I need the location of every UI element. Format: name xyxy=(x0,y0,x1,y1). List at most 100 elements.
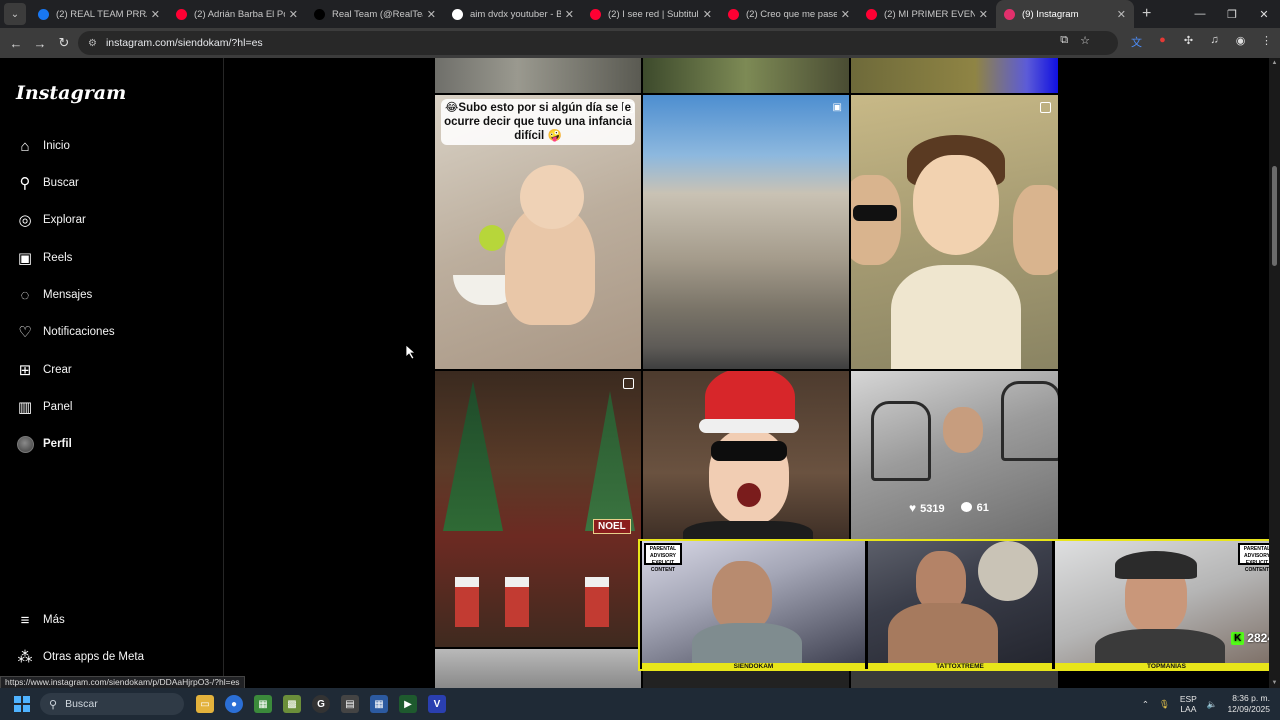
file-explorer-icon[interactable]: ▭ xyxy=(196,695,214,713)
sidebar-item-avatar[interactable]: Perfil xyxy=(16,432,72,456)
extension-red-icon[interactable]: ● xyxy=(1155,34,1170,50)
close-tab-icon[interactable]: ✕ xyxy=(703,8,712,21)
post-thumbnail-baby[interactable]: 😂Subo esto por si algún día se le ocurre… xyxy=(435,95,641,369)
close-tab-icon[interactable]: ✕ xyxy=(565,8,574,21)
language-indicator[interactable]: ESP LAA xyxy=(1180,694,1197,714)
page-scrollbar[interactable]: ▲ ▼ xyxy=(1269,58,1280,688)
browser-tab[interactable]: (2) I see red | Subtitulada ✕ xyxy=(582,0,720,28)
post-thumbnail-christmas-family[interactable]: NOEL xyxy=(435,371,641,647)
browser-tab[interactable]: (2) REAL TEAM PRRAS! | F ✕ xyxy=(30,0,168,28)
install-app-icon[interactable]: ⧉ xyxy=(1060,34,1068,47)
scrollbar-thumb[interactable] xyxy=(1272,166,1277,266)
headphones-shape xyxy=(1115,551,1197,579)
extensions-puzzle-icon[interactable]: ✣ xyxy=(1181,34,1196,50)
minecraft-icon[interactable]: ▦ xyxy=(254,695,272,713)
sunglasses-shape xyxy=(711,441,787,461)
post-thumbnail[interactable] xyxy=(643,58,849,93)
minimize-button[interactable]: — xyxy=(1184,0,1216,28)
close-tab-icon[interactable]: ✕ xyxy=(427,8,436,21)
post-thumbnail-dust-storm[interactable]: ▣ xyxy=(643,95,849,369)
post-thumbnail-hovered[interactable]: ♥ 5319 61 xyxy=(851,371,1058,541)
new-tab-button[interactable]: + xyxy=(1142,5,1151,23)
browser-tab[interactable]: aim dvdx youtuber - Busc ✕ xyxy=(444,0,582,28)
chrome-icon[interactable]: ● xyxy=(225,695,243,713)
sidebar-item-reels[interactable]: ▣ Reels xyxy=(16,246,73,270)
browser-menu-icon[interactable]: ⋮ xyxy=(1259,34,1274,50)
carousel-icon xyxy=(623,102,634,113)
microphone-icon[interactable]: 🎙 xyxy=(1159,699,1170,710)
stocking-shape xyxy=(455,577,479,627)
system-clock[interactable]: 8:36 p. m. 12/09/2025 xyxy=(1227,693,1270,715)
sidebar-item-search[interactable]: ⚲ Buscar xyxy=(16,171,79,195)
notepad-icon[interactable]: ▤ xyxy=(341,695,359,713)
minecraft-launcher-icon[interactable]: ▩ xyxy=(283,695,301,713)
forward-button[interactable]: → xyxy=(28,36,52,51)
tray-overflow-icon[interactable]: ⌃ xyxy=(1142,699,1149,710)
post-thumbnail[interactable] xyxy=(435,649,641,688)
post-thumbnail[interactable] xyxy=(435,58,641,93)
tab-strip: ⌄ (2) REAL TEAM PRRAS! | F✕(2) Adrián Ba… xyxy=(0,0,1280,28)
browser-tab[interactable]: (2) Adrián Barba El Poder ✕ xyxy=(168,0,306,28)
browser-toolbar: ← → ↻ ⚙ instagram.com/siendokam/?hl=es ⧉… xyxy=(0,28,1280,58)
tab-title: aim dvdx youtuber - Busc xyxy=(470,8,561,20)
taskbar-search-box[interactable]: ⚲ Buscar xyxy=(40,693,184,715)
restore-button[interactable]: ❐ xyxy=(1216,0,1248,28)
sidebar-item-heart[interactable]: ♡ Notificaciones xyxy=(16,320,114,344)
tab-title: (2) MI PRIMER EVENTO | xyxy=(884,8,975,20)
window-controls: — ❐ ✕ xyxy=(1184,0,1280,28)
calculator-icon[interactable]: ▦ xyxy=(370,695,388,713)
christmas-tree-shape xyxy=(443,381,503,531)
sidebar-item-compass[interactable]: ◎ Explorar xyxy=(16,208,85,232)
parental-advisory-label: PARENTAL ADVISORY EXPLICIT CONTENT xyxy=(644,543,682,573)
media-controls-icon[interactable]: ♫ xyxy=(1207,34,1222,50)
sidebar-item-home[interactable]: ⌂ Inicio xyxy=(16,134,69,158)
instagram-logo[interactable]: Instagram xyxy=(16,82,126,104)
streamer-body-shape xyxy=(692,623,802,663)
profile-icon[interactable]: ◉ xyxy=(1233,34,1248,50)
close-tab-icon[interactable]: ✕ xyxy=(1117,8,1126,21)
browser-tab[interactable]: (9) Instagram ✕ xyxy=(996,0,1134,28)
sidebar-item-menu[interactable]: ≡ Más xyxy=(16,608,65,632)
close-tab-icon[interactable]: ✕ xyxy=(979,8,988,21)
toy-ball-shape xyxy=(479,225,505,251)
sidebar-item-meta-apps[interactable]: ⁂ Otras apps de Meta xyxy=(16,645,145,669)
media-player-icon[interactable]: ▶ xyxy=(399,695,417,713)
post-thumbnail[interactable] xyxy=(851,671,1058,688)
browser-tab[interactable]: Real Team (@RealTeamCo ✕ xyxy=(306,0,444,28)
site-info-icon[interactable]: ⚙ xyxy=(88,38,97,49)
sidebar-item-plus-square[interactable]: ⊞ Crear xyxy=(16,358,72,382)
stocking-shape xyxy=(585,577,609,627)
windows-start-icon[interactable] xyxy=(14,696,30,712)
browser-tab[interactable]: (2) Creo que me pase un ✕ xyxy=(720,0,858,28)
close-tab-icon[interactable]: ✕ xyxy=(289,8,298,21)
volume-icon[interactable]: 🔈 xyxy=(1207,699,1218,710)
close-tab-icon[interactable]: ✕ xyxy=(151,8,160,21)
messenger-icon: ◌ xyxy=(20,286,30,304)
scroll-down-arrow-icon[interactable]: ▼ xyxy=(1270,680,1279,686)
post-hover-stats: ♥ 5319 61 xyxy=(909,501,989,515)
carousel-icon xyxy=(623,378,634,389)
scroll-up-arrow-icon[interactable]: ▲ xyxy=(1270,60,1279,66)
tab-search-button[interactable]: ⌄ xyxy=(4,3,26,25)
sidebar-item-chart[interactable]: ▥ Panel xyxy=(16,395,73,419)
sidebar-item-label: Otras apps de Meta xyxy=(43,651,144,663)
post-thumbnail[interactable] xyxy=(851,58,1058,93)
stocking-shape xyxy=(505,577,529,627)
close-tab-icon[interactable]: ✕ xyxy=(841,8,850,21)
google-icon xyxy=(452,8,463,20)
translate-icon[interactable]: 文 xyxy=(1129,34,1144,50)
browser-tab[interactable]: (2) MI PRIMER EVENTO | ✕ xyxy=(858,0,996,28)
back-button[interactable]: ← xyxy=(4,36,28,51)
app-g-icon[interactable]: G xyxy=(312,695,330,713)
bookmark-star-icon[interactable]: ☆ xyxy=(1080,34,1090,47)
youtube-icon xyxy=(176,8,187,20)
post-thumbnail-anime[interactable] xyxy=(851,95,1058,369)
sidebar-item-messenger[interactable]: ◌ Mensajes xyxy=(16,283,93,307)
webcam-feed-3: PARENTAL ADVISORY EXPLICIT CONTENT K 282… xyxy=(1055,541,1278,663)
post-thumbnail[interactable] xyxy=(643,671,849,688)
close-window-button[interactable]: ✕ xyxy=(1248,0,1280,28)
address-bar[interactable]: ⚙ instagram.com/siendokam/?hl=es xyxy=(78,31,1118,55)
post-thumbnail-santa-hat[interactable] xyxy=(643,371,849,541)
app-v-icon[interactable]: V xyxy=(428,695,446,713)
reload-button[interactable]: ↻ xyxy=(52,35,76,51)
